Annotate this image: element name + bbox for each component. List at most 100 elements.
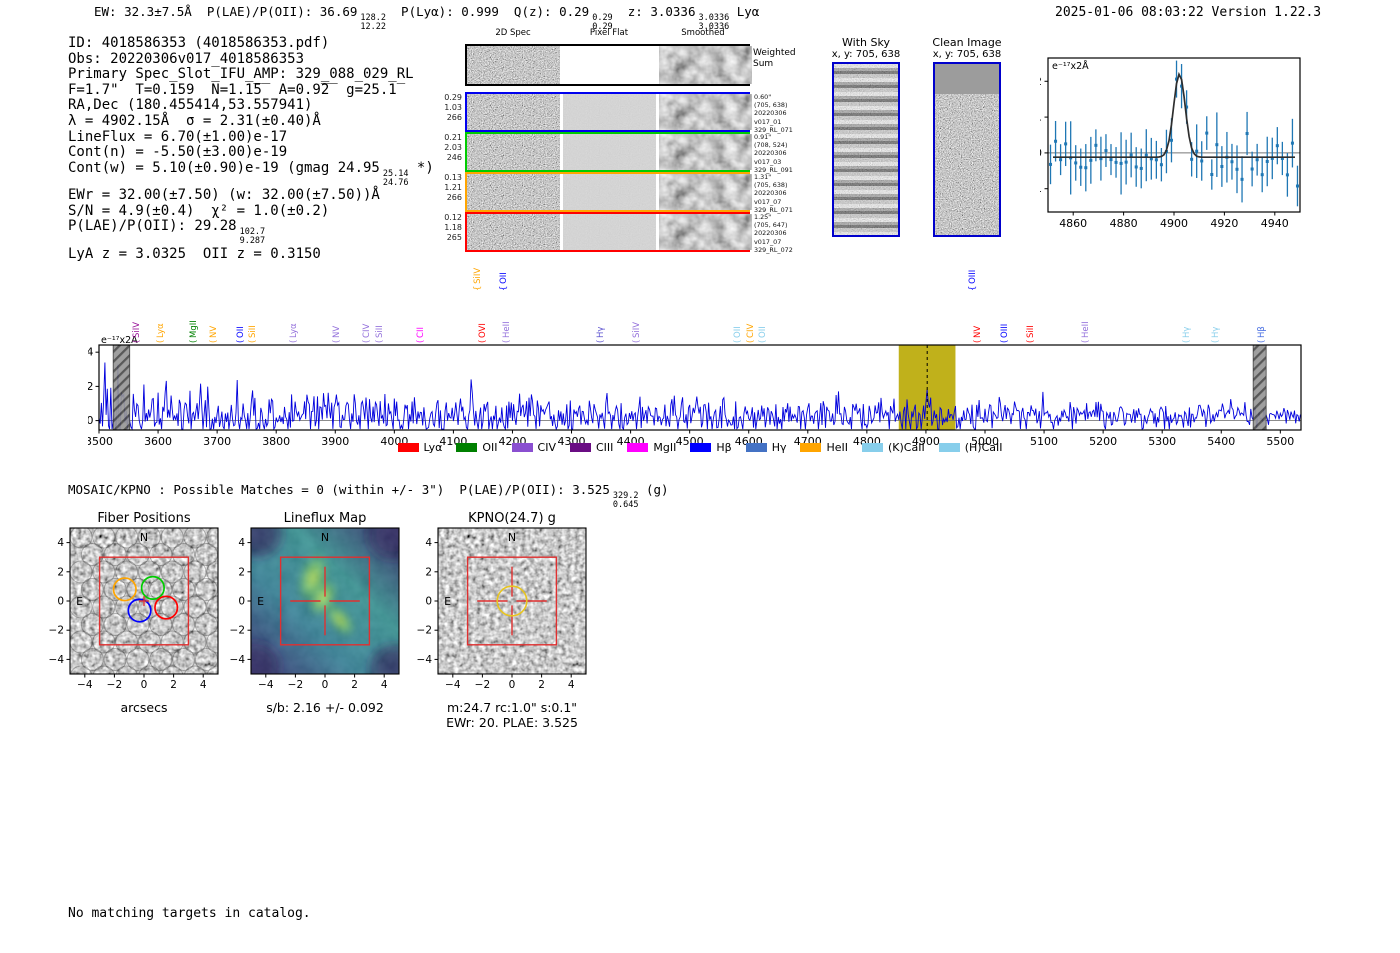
legend-label: Lyα [423,441,443,454]
2d-spec-row-2 [465,132,752,172]
svg-text:0: 0 [425,596,432,608]
svg-text:4: 4 [200,679,207,691]
emission-line-label-SiII: ( SiII [247,325,258,343]
svg-text:2: 2 [1040,75,1042,88]
with-sky-image [832,62,900,237]
svg-text:4: 4 [57,537,64,549]
emission-line-label-CIV: ( CIV [745,323,756,343]
pixel-flat-image [563,134,656,170]
legend-label: HeII [826,441,848,454]
svg-text:4940: 4940 [1261,217,1289,230]
legend-swatch [862,443,883,452]
svg-text:−2: −2 [49,625,64,637]
lineflux-map-caption: s/b: 2.16 +/- 0.092 [266,700,384,715]
legend-label: CIV [537,441,556,454]
emission-line-label-HeII: ( HeII [1080,321,1091,343]
svg-text:−4: −4 [258,679,274,691]
stacked-fraction: 25.14 24.76 [382,168,409,188]
legend-swatch [745,443,767,452]
svg-text:0: 0 [322,679,329,691]
legend-item-CIV: CIV [511,441,556,454]
smoothed-image [659,46,752,84]
stacked-fraction: 102.7 9.287 [239,227,266,247]
2d-spec-image [467,94,560,130]
weighted-sum-row [465,44,752,86]
smoothed-image [659,174,752,210]
emission-line-label-NV: ( NV [331,325,342,343]
info-line-10: EWr = 32.00(±7.50) (w: 32.00(±7.50))Å [68,187,380,204]
legend-item-Hβ: Hβ [690,441,732,454]
emission-line-label-NV: ( NV [208,325,219,343]
svg-text:N: N [140,531,148,544]
masked-top-strip [935,64,999,94]
svg-text:−4: −4 [417,654,433,666]
emission-line-label-OII: ( OII [757,326,768,343]
emission-line-label-CII: ( CII [415,327,426,343]
svg-text:−2: −2 [475,679,490,691]
svg-text:−2: −2 [230,625,245,637]
info-line-4: F=1.7" T=0.159 N=1.1̅5̅ A=0.9̅2̅ g=25.1̅ [68,81,397,98]
emission-line-label-OII: { OII [498,272,509,291]
svg-text:4: 4 [88,346,94,359]
legend-swatch [627,443,649,452]
pixel-flat-image [563,46,656,84]
legend-item-CIII: CIII [570,441,613,454]
emission-line-label-SiII: ( SiII [1026,325,1037,343]
spectrum-legend: Lyα OII CIV CIII MgII Hβ Hγ HeII (K)CaII (H)CaII [0,441,1400,454]
report-meta: 2025-01-06 08:03:22 Version 1.22.3 [1055,5,1321,20]
info-line-2: Obs: 20220306v017_4018586353 [68,50,305,67]
info-line-7: LineFlux = 6.70(±1.00)e-17 [68,128,288,145]
svg-text:2: 2 [238,566,245,578]
svg-text:2: 2 [425,566,432,578]
svg-text:N: N [508,531,516,544]
weighted-sum-label: Weighted Sum [753,48,796,69]
emission-line-label-SiIV: { SiIV [472,267,483,291]
emission-line-label-NV: ( NV [973,325,984,343]
legend-label: Hγ [771,441,787,454]
2d-spec-image [467,46,560,84]
2d-spec-row-1 [465,92,752,132]
row-weight-stats-1: 0.29 1.03 266 [444,93,462,122]
legend-item-Lyα: Lyα [397,441,443,454]
legend-swatch [938,443,960,452]
info-line-1: ID: 4018586353 (4018586353.pdf) [68,35,330,51]
legend-item-(K)CaII: (K)CaII [862,441,925,454]
svg-text:4920: 4920 [1210,217,1238,230]
svg-text:−2: −2 [107,679,122,691]
legend-swatch [511,443,533,452]
clean-image-coords: x, y: 705, 638 [932,49,1002,60]
smoothed-image [659,214,752,250]
info-line-13: LyA z = 3.0325 OII z = 0.3150 [68,245,321,262]
lineflux-map-plot: N E −4 −4 −2 −2 0 0 2 2 4 4 [230,527,400,691]
kpno-g-plot: N E −4 −4 −2 −2 0 0 2 2 4 4 [417,527,587,691]
emission-line-label-Lyα: ( Lyα [289,323,300,343]
row-fiber-meta-4: 1.25" (705, 647) 20220306 v017_07 329_RL_072 [754,213,793,254]
svg-text:4: 4 [425,537,432,549]
info-line-6: λ = 4902.15Å σ = 2.31(±0.40)Å [68,112,321,129]
fiber-positions-caption: arcsecs [120,700,168,715]
legend-label: MgII [653,441,677,454]
stacked-fraction: 128.2 12.22 [360,13,386,33]
svg-text:0: 0 [509,679,516,691]
legend-label: CIII [596,441,614,454]
legend-swatch [690,443,712,452]
emission-line-label-SiIV: ( SiIV [631,321,642,343]
kpno-g-title: KPNO(24.7) g [468,511,556,526]
legend-label: OII [482,441,498,454]
pixel-flat-image [563,214,656,250]
kpno-g-caption-2: EWr: 20. PLAE: 3.525 [446,715,578,730]
legend-label: (K)CaII [888,441,925,454]
lineflux-map-title: Lineflux Map [283,511,367,526]
footer-line-1: No matching targets in catalog. [68,906,311,921]
row-fiber-meta-3: 1.31" (705, 638) 20220306 v017_07 329_RL_071 [754,173,793,214]
mosaic-match-line: MOSAIC/KPNO : Possible Matches = 0 (with… [68,482,669,511]
legend-label: (H)CaII [964,441,1003,454]
svg-text:N: N [321,531,329,544]
svg-text:4860: 4860 [1059,217,1087,230]
legend-item-OII: OII [456,441,498,454]
sky-noise-overlay [834,64,898,235]
row-weight-stats-4: 0.12 1.18 265 [444,213,462,242]
kpno-g-caption: m:24.7 rc:1.0" s:0.1" [446,700,578,715]
svg-text:4: 4 [568,679,575,691]
pixel-flat-image [563,94,656,130]
